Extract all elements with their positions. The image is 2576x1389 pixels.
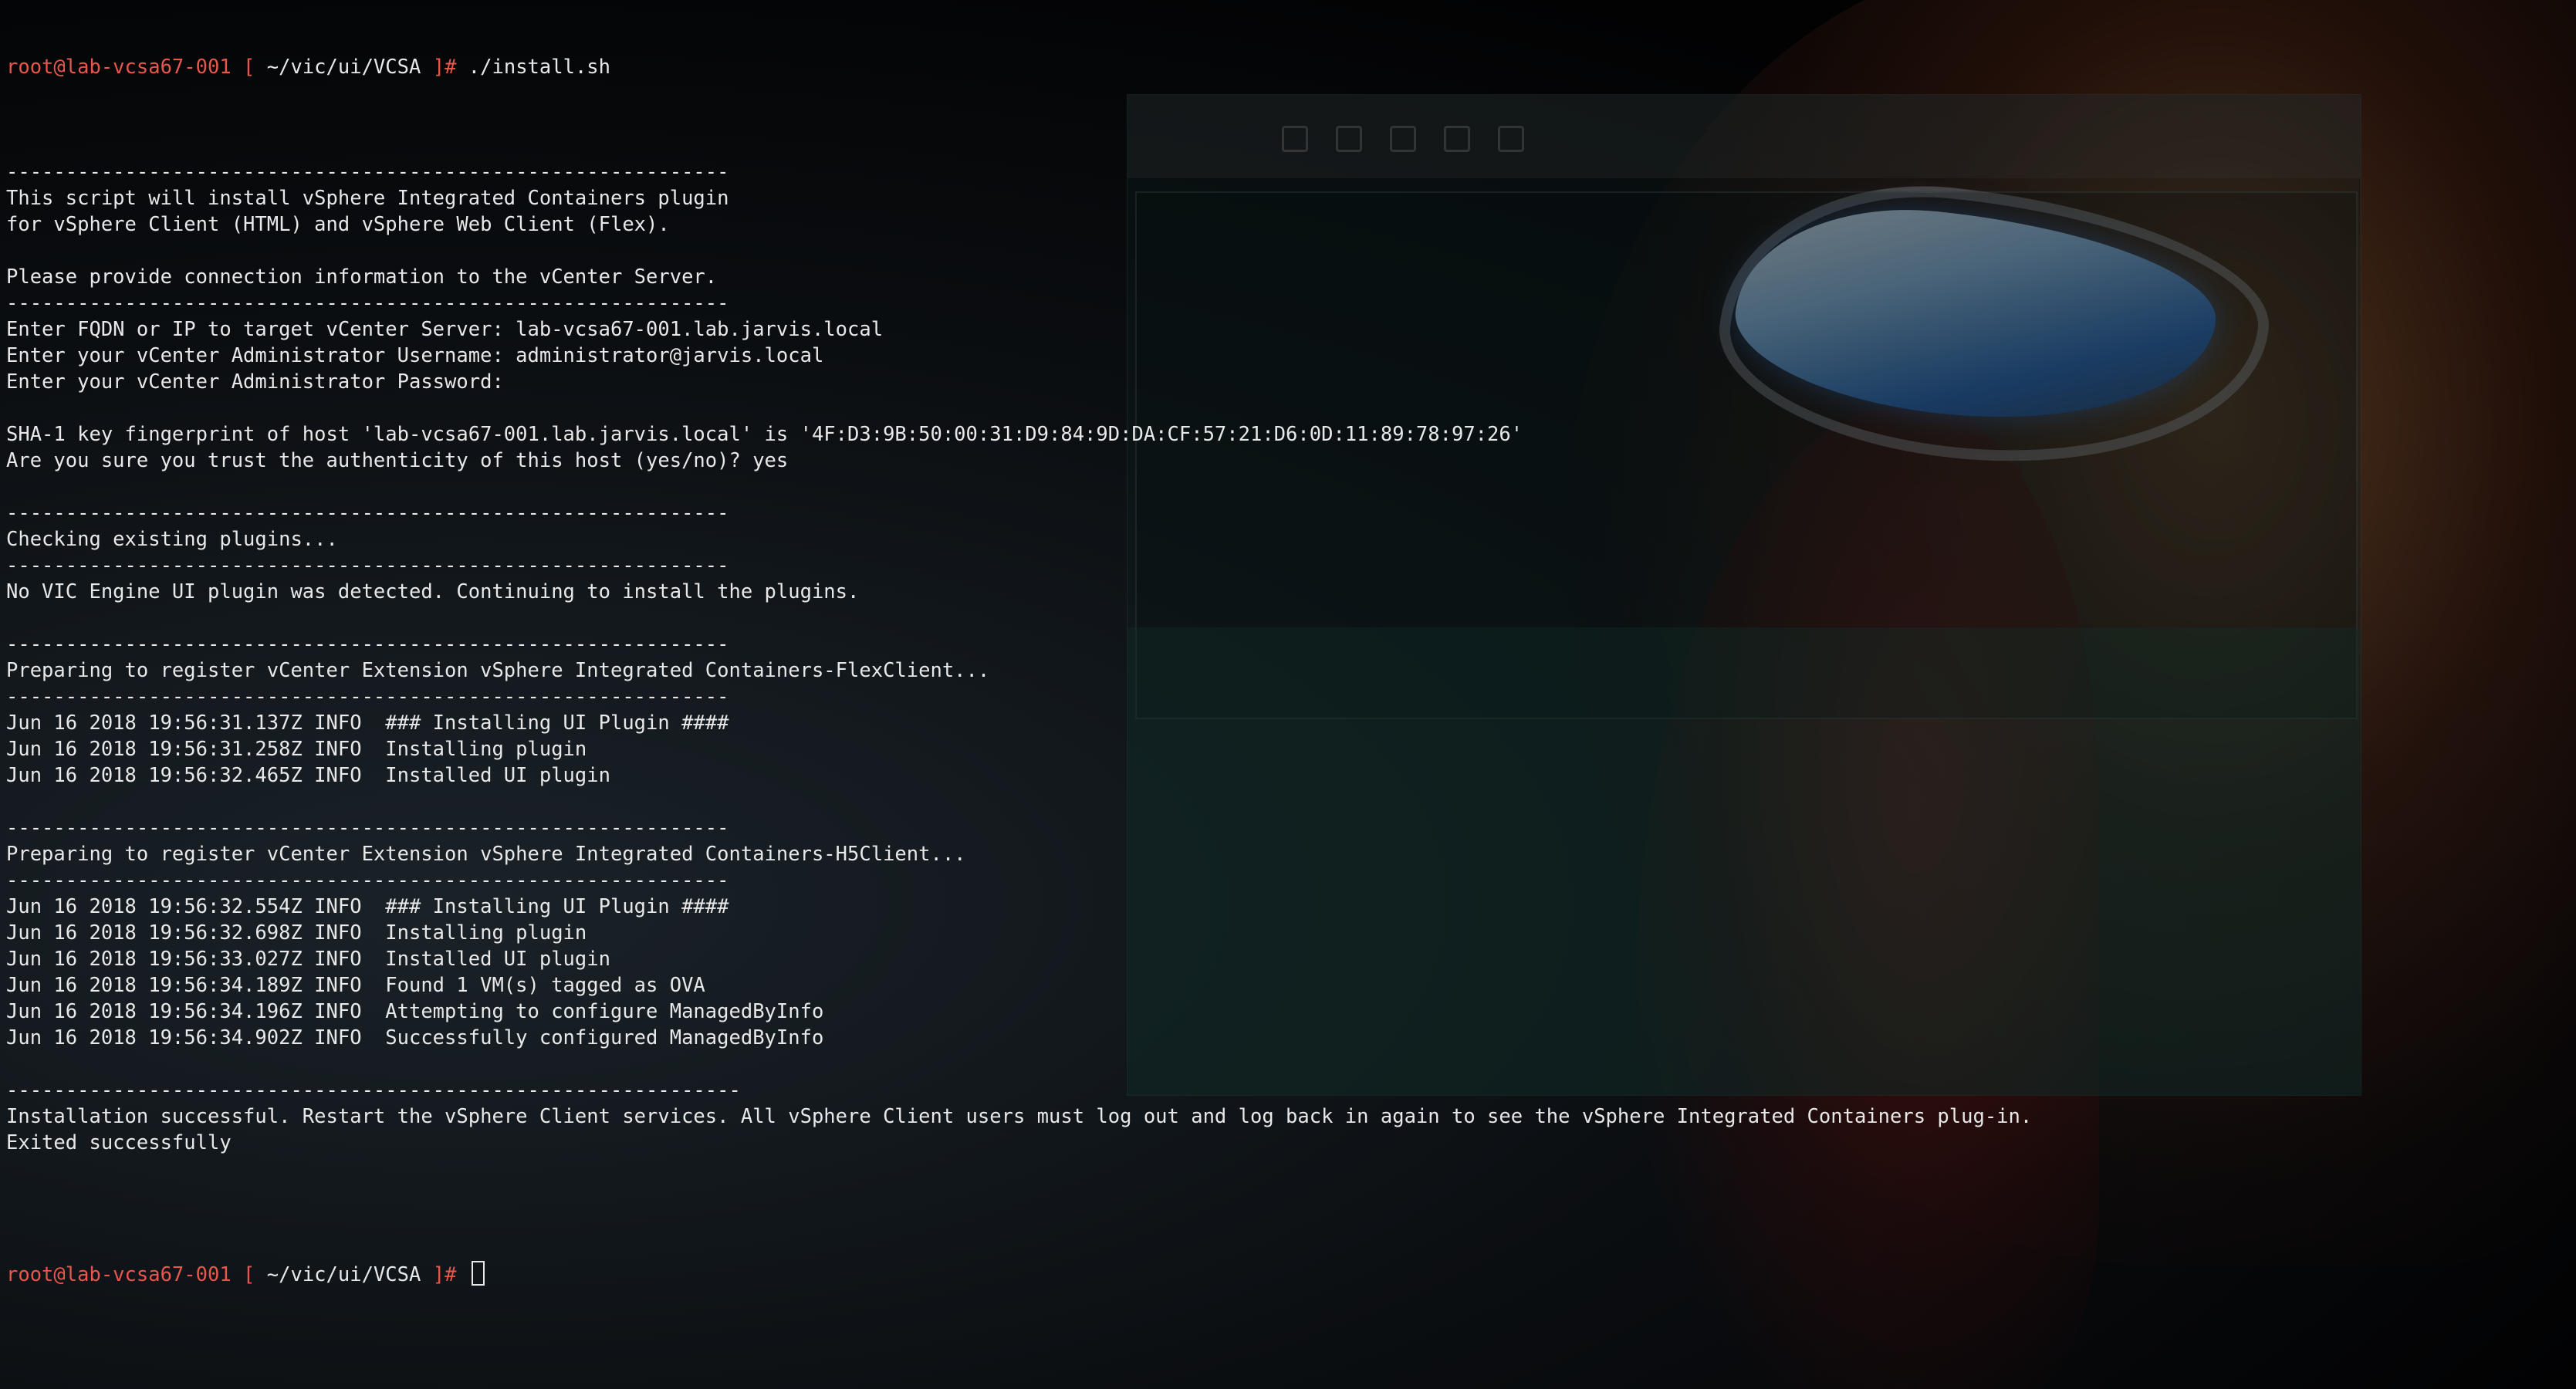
output-line: Installation successful. Restart the vSp… bbox=[6, 1105, 2033, 1128]
command-text: ./install.sh bbox=[468, 56, 611, 79]
command-line: root@lab-vcsa67-001 [ ~/vic/ui/VCSA ]# .… bbox=[6, 54, 2568, 80]
output-line: ----------------------------------------… bbox=[6, 161, 729, 184]
output-line: Jun 16 2018 19:56:32.554Z INFO ### Insta… bbox=[6, 895, 729, 918]
output-block: ----------------------------------------… bbox=[6, 159, 2568, 1182]
prompt-user-host: root@lab-vcsa67-001 bbox=[6, 1263, 232, 1286]
output-line: Jun 16 2018 19:56:31.258Z INFO Installin… bbox=[6, 738, 587, 761]
output-line: Jun 16 2018 19:56:34.196Z INFO Attemptin… bbox=[6, 1000, 824, 1023]
prompt-open-bracket: [ bbox=[231, 1263, 267, 1286]
output-line: Checking existing plugins... bbox=[6, 528, 338, 551]
output-line: ----------------------------------------… bbox=[6, 869, 729, 892]
output-line: Preparing to register vCenter Extension … bbox=[6, 659, 990, 682]
prompt-close-bracket: ]# bbox=[421, 56, 468, 79]
terminal-output[interactable]: root@lab-vcsa67-001 [ ~/vic/ui/VCSA ]# .… bbox=[6, 2, 2568, 1340]
output-line: for vSphere Client (HTML) and vSphere We… bbox=[6, 213, 670, 236]
output-line: Jun 16 2018 19:56:34.189Z INFO Found 1 V… bbox=[6, 974, 705, 997]
text-cursor[interactable] bbox=[471, 1261, 485, 1286]
prompt-path: ~/vic/ui/VCSA bbox=[266, 56, 421, 79]
output-line: Enter your vCenter Administrator Passwor… bbox=[6, 370, 504, 394]
output-line: ----------------------------------------… bbox=[6, 816, 729, 840]
output-line: Please provide connection information to… bbox=[6, 265, 718, 289]
output-line: ----------------------------------------… bbox=[6, 633, 729, 656]
output-line: ----------------------------------------… bbox=[6, 292, 729, 315]
output-line: Jun 16 2018 19:56:32.465Z INFO Installed… bbox=[6, 764, 610, 787]
prompt-user-host: root@lab-vcsa67-001 bbox=[6, 56, 232, 79]
output-line: Jun 16 2018 19:56:34.902Z INFO Successfu… bbox=[6, 1026, 824, 1049]
current-prompt-line[interactable]: root@lab-vcsa67-001 [ ~/vic/ui/VCSA ]# bbox=[6, 1261, 2568, 1287]
output-line: Jun 16 2018 19:56:32.698Z INFO Installin… bbox=[6, 921, 587, 945]
output-line: Enter your vCenter Administrator Usernam… bbox=[6, 344, 824, 367]
output-line: This script will install vSphere Integra… bbox=[6, 187, 729, 210]
output-line: Are you sure you trust the authenticity … bbox=[6, 449, 789, 472]
output-line: ----------------------------------------… bbox=[6, 685, 729, 708]
prompt-path: ~/vic/ui/VCSA bbox=[266, 1263, 421, 1286]
output-line: Exited successfully bbox=[6, 1131, 232, 1154]
output-line: ----------------------------------------… bbox=[6, 502, 729, 525]
output-line: Jun 16 2018 19:56:31.137Z INFO ### Insta… bbox=[6, 711, 729, 735]
output-line: Enter FQDN or IP to target vCenter Serve… bbox=[6, 318, 884, 341]
prompt-open-bracket: [ bbox=[231, 56, 267, 79]
output-line: SHA-1 key fingerprint of host 'lab-vcsa6… bbox=[6, 423, 1523, 446]
output-line: ----------------------------------------… bbox=[6, 554, 729, 577]
output-line: No VIC Engine UI plugin was detected. Co… bbox=[6, 580, 860, 603]
terminal-window[interactable]: root@lab-vcsa67-001 [ ~/vic/ui/VCSA ]# .… bbox=[0, 0, 2576, 1389]
output-line: Jun 16 2018 19:56:33.027Z INFO Installed… bbox=[6, 948, 610, 971]
output-line: ----------------------------------------… bbox=[6, 1079, 741, 1102]
prompt-close-bracket: ]# bbox=[421, 1263, 468, 1286]
output-line: Preparing to register vCenter Extension … bbox=[6, 843, 966, 866]
